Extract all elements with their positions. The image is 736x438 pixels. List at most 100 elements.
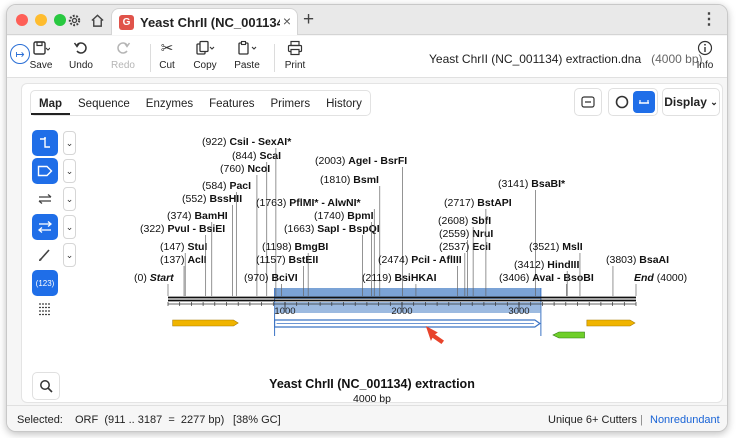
site-position: (2608)	[438, 215, 471, 227]
site-label: (922) CsiI - SexAI*	[202, 136, 292, 148]
enzyme-name[interactable]: BsaAI	[639, 254, 669, 266]
enzyme-name[interactable]: ScaI	[259, 150, 281, 162]
gc-content: [38% GC]	[233, 414, 281, 426]
enzyme-name[interactable]: NruI	[472, 228, 493, 240]
tab-close-icon[interactable]: ×	[283, 13, 291, 29]
info-icon	[697, 40, 713, 58]
print-button[interactable]: Print	[273, 40, 317, 71]
site-label: (2003) AgeI - BsrFI	[315, 155, 407, 167]
enzyme-name[interactable]: BsaBI*	[531, 178, 566, 190]
enzyme-name[interactable]: AgeI - BsrFI	[348, 155, 407, 167]
save-button[interactable]: Save	[19, 40, 63, 71]
settings-gear-icon[interactable]	[64, 10, 84, 30]
selected-label: Selected:	[17, 414, 63, 426]
ruler-label: 1000	[274, 306, 295, 317]
site-position: (374)	[167, 210, 194, 222]
site-position: (2119)	[362, 272, 395, 284]
more-menu-icon[interactable]: ⋮	[701, 9, 717, 29]
site-position: (1198)	[262, 241, 295, 253]
snapgene-logo-icon: G	[119, 14, 134, 30]
site-label: (2537) EciI	[439, 241, 491, 253]
site-position: (922)	[202, 136, 229, 148]
enzyme-name[interactable]: BsiHKAI	[395, 272, 437, 284]
restriction-site: (147) StuI	[160, 241, 207, 296]
enzyme-name[interactable]: HindIII	[547, 259, 579, 271]
nonredundant-link[interactable]: Nonredundant	[650, 414, 720, 426]
status-divider: |	[640, 414, 643, 426]
site-label: (2474) PciI - AflIII	[378, 254, 462, 266]
restriction-site: (1198) BmgBI	[262, 241, 328, 296]
restriction-site: (2537) EciI	[439, 241, 491, 296]
scissors-icon: ✂	[160, 40, 174, 57]
site-label: (2717) BstAPI	[444, 197, 512, 209]
paste-button[interactable]: Paste	[225, 40, 269, 71]
close-window-button[interactable]	[16, 14, 28, 26]
home-icon[interactable]	[87, 10, 107, 30]
site-position: (844)	[232, 150, 259, 162]
site-label: (1157) BstEII	[256, 254, 318, 266]
site-label: (3803) BsaAI	[606, 254, 669, 266]
enzyme-name[interactable]: BsmI	[353, 174, 379, 186]
selection-info: ORF (911 .. 3187 = 2277 bp)	[75, 414, 225, 426]
new-tab-button[interactable]: +	[303, 9, 314, 31]
site-label: (374) BamHI	[167, 210, 228, 222]
site-position: (1740)	[314, 210, 347, 222]
redo-icon	[115, 40, 131, 58]
site-position: (552)	[182, 193, 209, 205]
enzyme-name[interactable]: StuI	[187, 241, 207, 253]
printer-icon	[287, 40, 303, 58]
site-position: (1157)	[256, 254, 289, 266]
enzyme-name[interactable]: BstAPI	[477, 197, 512, 209]
enzyme-name[interactable]: SapI - BspQI	[317, 223, 380, 235]
enzyme-name[interactable]: BciVI	[271, 272, 297, 284]
site-label: End (4000)	[634, 272, 687, 284]
site-position: (0)	[134, 272, 150, 284]
enzyme-name[interactable]: BamHI	[194, 210, 227, 222]
linear-map[interactable]: 1000 2000 3000 (0) Start (137) AclI(147) Stu…	[22, 84, 722, 402]
copy-button[interactable]: Copy	[183, 40, 227, 71]
site-position: (3412)	[514, 259, 547, 271]
enzyme-name[interactable]: AvaI - BsoBI	[532, 272, 594, 284]
ruler-label: 3000	[508, 306, 529, 317]
enzyme-name[interactable]: BssHII	[209, 193, 242, 205]
enzyme-set-selector[interactable]: Unique 6+ Cutters	[548, 414, 637, 426]
orf-feature-right	[586, 319, 636, 327]
enzyme-name[interactable]: BstEII	[289, 254, 319, 266]
end-position: (4000)	[657, 272, 687, 284]
document-tab[interactable]: G Yeast ChrII (NC_001134) extr ×	[111, 8, 298, 35]
minimize-window-button[interactable]	[35, 14, 47, 26]
enzyme-name[interactable]: PciI - AflIII	[411, 254, 461, 266]
restriction-site: (0) Start	[134, 272, 174, 296]
status-bar: Selected: ORF (911 .. 3187 = 2277 bp) [3…	[7, 405, 727, 431]
info-button[interactable]: Info	[683, 40, 727, 71]
site-label: (1763) PflMI* - AlwNI*	[256, 197, 362, 209]
site-label: (3141) BsaBI*	[498, 178, 566, 190]
enzyme-name[interactable]: PvuI - BsiEI	[167, 223, 225, 235]
site-label: (1810) BsmI	[320, 174, 379, 186]
enzyme-name[interactable]: PflMI* - AlwNI*	[289, 197, 361, 209]
map-length: 4000 bp	[353, 393, 391, 405]
enzyme-name[interactable]: CsiI - SexAI*	[229, 136, 292, 148]
site-position: (1663)	[284, 223, 317, 235]
site-label: (760) NcoI	[220, 163, 270, 175]
site-label: (552) BssHII	[182, 193, 242, 205]
site-label: (137) AclI	[160, 254, 207, 266]
site-label: (3406) AvaI - BsoBI	[499, 272, 594, 284]
site-label: (970) BciVI	[244, 272, 298, 284]
site-label: (1198) BmgBI	[262, 241, 328, 253]
paste-icon	[237, 40, 257, 58]
enzyme-name[interactable]: Start	[150, 272, 174, 284]
undo-button[interactable]: Undo	[59, 40, 103, 71]
site-label: (2119) BsiHKAI	[362, 272, 437, 284]
enzyme-name[interactable]: SbfI	[471, 215, 491, 227]
site-position: (322)	[140, 223, 167, 235]
enzyme-name[interactable]: PacI	[229, 180, 251, 192]
site-position: (2003)	[315, 155, 348, 167]
end-label: End	[634, 272, 657, 284]
redo-button[interactable]: Redo	[101, 40, 145, 71]
enzyme-name[interactable]: MslI	[562, 241, 583, 253]
enzyme-name[interactable]: BpmI	[347, 210, 373, 222]
enzyme-name[interactable]: AclI	[187, 254, 206, 266]
enzyme-name[interactable]: EciI	[472, 241, 491, 253]
enzyme-name[interactable]: BmgBI	[295, 241, 329, 253]
